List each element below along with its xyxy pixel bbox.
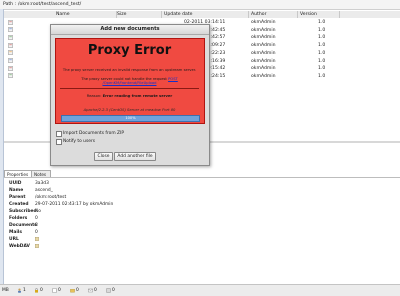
row-version: 1.0: [318, 73, 326, 79]
error-message: The proxy server received an invalid res…: [62, 68, 197, 72]
row-author: okmAdmin: [251, 66, 276, 72]
row-version: 1.0: [318, 43, 326, 49]
upload-progress-bar: 100%: [61, 115, 200, 122]
upload-progress-label: 100%: [125, 116, 136, 120]
error-title: Proxy Error: [87, 43, 172, 58]
row-version: 1.0: [318, 27, 326, 33]
label-mails: Mails: [9, 230, 22, 235]
url-copy-icon[interactable]: [35, 237, 39, 241]
import-zip-label: Import Documents from ZIP: [63, 131, 124, 136]
notify-users-checkbox[interactable]: [56, 139, 62, 145]
path-value[interactable]: /okm:root/test/ascend_test/: [18, 2, 81, 7]
document-icon: [8, 50, 13, 56]
status-count: 0: [112, 288, 115, 293]
value-uuid: 3a3d3: [35, 181, 49, 186]
status-count: 1: [23, 288, 26, 293]
document-icon: [8, 42, 13, 48]
row-version: 1.0: [318, 35, 326, 41]
label-parent: Parent: [9, 195, 26, 200]
folder-icon[interactable]: [70, 288, 75, 293]
row-author: okmAdmin: [251, 20, 276, 25]
path-bar: Path : /okm:root/test/ascend_test/: [0, 0, 400, 10]
properties-panel: UUID 3a3d3 Name ascend_ Parent /okm:root…: [4, 177, 400, 272]
status-count: 0: [40, 288, 43, 293]
row-author: okmAdmin: [251, 50, 276, 56]
row-author: okmAdmin: [251, 27, 276, 33]
document-edit-icon[interactable]: [52, 287, 57, 293]
error-divider: [60, 88, 199, 89]
row-version: 1.0: [318, 58, 326, 64]
document-icon: [8, 58, 13, 63]
row-version: 1.0: [318, 20, 326, 25]
value-folders: 0: [35, 216, 38, 221]
webdav-copy-icon[interactable]: [35, 244, 39, 248]
lock-icon[interactable]: [34, 287, 39, 293]
value-documents: 8: [35, 223, 38, 228]
row-author: okmAdmin: [251, 43, 276, 49]
dialog-title[interactable]: Add new documents: [51, 25, 209, 35]
value-subscribed: No: [35, 209, 41, 214]
error-reason: Error reading from remote server: [102, 94, 173, 98]
status-count: 0: [94, 288, 97, 293]
row-author: okmAdmin: [251, 73, 276, 79]
document-icon: [8, 34, 13, 40]
server-signature: Apache/2.2.3 (CentOS) Server at meadow P…: [83, 108, 176, 112]
notify-users-label: Notify to users: [63, 139, 96, 144]
row-author: okmAdmin: [251, 35, 276, 41]
row-version: 1.0: [318, 50, 326, 56]
status-mb: MB: [2, 288, 9, 293]
column-header-size[interactable]: Size: [117, 12, 126, 17]
status-count: 0: [76, 288, 79, 293]
column-header-name[interactable]: Name: [56, 12, 70, 17]
import-zip-checkbox[interactable]: [56, 131, 62, 137]
error-reason-line: Reason: Error reading from remote server: [56, 94, 203, 98]
document-icon: [8, 27, 13, 33]
row-author: okmAdmin: [251, 58, 276, 64]
status-count: 0: [58, 288, 61, 293]
value-mails: 0: [35, 230, 38, 235]
label-name: Name: [9, 188, 24, 193]
properties-tabs: Properties Notes: [4, 170, 51, 178]
label-webdav: WebDAV: [9, 244, 30, 249]
document-icon: [8, 65, 13, 71]
path-label: Path :: [3, 2, 17, 7]
column-header-author[interactable]: Author: [251, 12, 266, 17]
label-created: Created: [9, 202, 29, 207]
label-uuid: UUID: [9, 181, 22, 186]
label-documents: Documents: [9, 223, 37, 228]
user-icon[interactable]: [17, 288, 22, 293]
value-parent: /okm:root/test: [35, 195, 67, 200]
news-icon[interactable]: [106, 287, 111, 293]
document-icon: [8, 73, 13, 79]
status-bar: MB 1 0 0 0 0 0: [0, 284, 400, 296]
add-documents-dialog: Add new documents Proxy Error The proxy …: [50, 24, 210, 166]
column-header-version[interactable]: Version: [300, 12, 317, 17]
row-version: 1.0: [318, 66, 326, 72]
document-icon: [8, 19, 13, 25]
proxy-error-panel: Proxy Error The proxy server received an…: [55, 38, 205, 124]
label-subscribed: Subscribed: [9, 209, 37, 214]
error-request-line: The proxy server could not handle the re…: [56, 77, 203, 85]
label-folders: Folders: [9, 216, 28, 221]
mail-icon[interactable]: [88, 288, 93, 293]
column-header-update-date[interactable]: Update date: [164, 12, 192, 17]
value-created: 29-07-2011 02:43:17 by okmAdmin: [35, 202, 114, 207]
close-button[interactable]: Close: [94, 152, 113, 161]
error-reason-label: Reason:: [86, 94, 102, 98]
label-url: URL: [9, 237, 19, 242]
value-name: ascend_: [35, 188, 53, 193]
add-another-file-button[interactable]: Add another file: [114, 152, 156, 161]
